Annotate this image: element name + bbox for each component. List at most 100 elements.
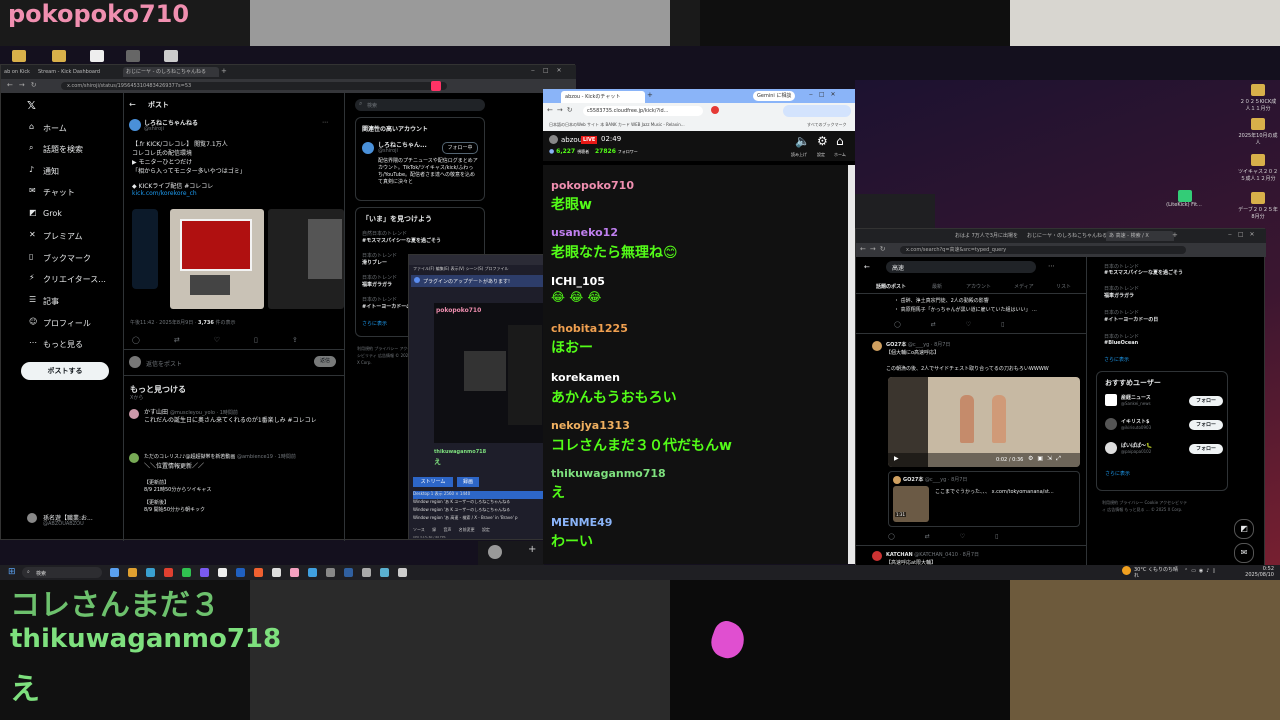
following-button[interactable]: フォロー中 (442, 142, 478, 154)
post-video[interactable]: ▶ 0:02 / 0:36 ⚙▣⇲⤢ (888, 377, 1080, 467)
folder-icon[interactable] (12, 50, 26, 62)
app-icon[interactable] (1178, 190, 1192, 202)
follow-button[interactable]: フォロー (1189, 420, 1223, 430)
app-icon[interactable] (308, 568, 317, 577)
nav-arrows-icon[interactable]: ←→↻ (860, 245, 890, 253)
trend-tag[interactable]: #モスマスパイシーな夏を過ごそう (1104, 269, 1183, 276)
post-actions-icon[interactable]: ◯⇄♡▯ (888, 533, 1028, 540)
app-icon[interactable] (398, 568, 407, 577)
app-icon[interactable] (126, 50, 140, 62)
app-icon[interactable] (236, 568, 245, 577)
avatar[interactable] (872, 341, 882, 351)
post-actions-icon[interactable]: ◯⇄♡▯⇪ (132, 336, 332, 344)
window-controls-icon[interactable]: ‒□✕ (809, 91, 842, 98)
nav-item-home[interactable]: ホーム (43, 123, 67, 134)
url-field[interactable]: x.com/shiroji/status/1956453104834269377… (61, 82, 447, 90)
weather-text[interactable]: 30°C くもりのち晴れ (1134, 567, 1178, 579)
search-input[interactable]: 高速 (886, 261, 1036, 273)
folder-icon[interactable] (52, 50, 66, 62)
chat-icon[interactable]: ✉ (1234, 543, 1254, 563)
obs-menu[interactable]: ファイル(F) 編集(E) 表示(V) シーン(S) プロファイル (413, 266, 508, 272)
source-item[interactable]: Window region 'あ K ユーザーのしろねこちゃんねる (413, 507, 543, 515)
nav-item-grok[interactable]: Grok (43, 209, 62, 218)
trend-tag[interactable]: #モスマスパイシーな夏を過ごそう (362, 237, 441, 244)
trend-tag[interactable]: 滑りブレー (362, 259, 387, 266)
folder-icon[interactable] (128, 568, 137, 577)
app-icon[interactable] (110, 568, 119, 577)
app-icon[interactable] (164, 568, 173, 577)
grok-icon[interactable]: ◩ (1234, 519, 1254, 539)
url-field[interactable]: c5583735.cloudfree.jp/kick/?id... (583, 106, 703, 116)
window-controls-icon[interactable]: ‒□✕ (1228, 231, 1261, 238)
app-icon[interactable] (362, 568, 371, 577)
reply-button[interactable]: 返信 (314, 356, 336, 367)
nav-item-articles[interactable]: 記事 (43, 296, 59, 307)
browser-tab[interactable]: abzou - Kickのチャット (561, 91, 645, 103)
browser-tab[interactable]: あ 高速 - 検索 / X (1106, 231, 1174, 241)
app-icon[interactable] (290, 568, 299, 577)
trend-tag[interactable]: 福車ガラガラ (1104, 292, 1134, 299)
stream-button[interactable]: ストリーム (413, 477, 453, 487)
gemini-button[interactable]: Gemini に相談 (753, 91, 796, 101)
source-item[interactable]: Desktop 1 表示 2560 × 1440 (413, 491, 543, 499)
more-options-icon[interactable]: ⋯ (1048, 262, 1055, 270)
taskbar-search[interactable]: ⌕ 検索 (22, 567, 102, 578)
more-options-icon[interactable]: ⋯ (322, 119, 328, 126)
dock-tab[interactable]: 設定 (482, 527, 490, 532)
app-icon[interactable] (164, 50, 178, 62)
show-more-link[interactable]: さらに表示 (1105, 470, 1130, 477)
nav-arrows-icon[interactable]: ←→↻ (7, 81, 43, 89)
new-tab-icon[interactable]: + (1172, 231, 1178, 239)
avatar[interactable] (1105, 442, 1117, 454)
app-icon[interactable] (326, 568, 335, 577)
browser-tab[interactable]: おじにーヤ・のしろねこちゃんねる (1024, 231, 1110, 241)
post-actions-icon[interactable]: ◯⇄♡▯ (894, 321, 1034, 328)
follow-button[interactable]: フォロー (1189, 396, 1223, 406)
post-button[interactable]: ポストする (21, 362, 109, 380)
author-avatar[interactable] (129, 119, 141, 131)
footer-links[interactable]: 利用規約 プライバシー アクセシビリティ 広告情報 © 2025 X Corp. (357, 345, 413, 366)
post-image[interactable] (132, 209, 158, 289)
nav-item-chat[interactable]: チャット (43, 187, 75, 198)
trend-tag[interactable]: #イトーヨーカドーの日 (1104, 316, 1158, 323)
update-pill[interactable] (783, 105, 851, 117)
dock-tab[interactable]: ソース (413, 527, 425, 532)
rec-user-name[interactable]: ぱいぱぱ〜🐛 (1121, 442, 1152, 449)
new-tab-icon[interactable]: + (221, 67, 227, 75)
app-icon[interactable] (254, 568, 263, 577)
avatar[interactable] (1105, 418, 1117, 430)
brave-shield-icon[interactable] (431, 81, 441, 91)
folder-icon[interactable] (1251, 192, 1265, 204)
nav-item-more[interactable]: もっと見る (43, 339, 83, 350)
nav-item-creator[interactable]: クリエイタース... (43, 274, 106, 285)
windows-start-icon[interactable]: ⊞ (8, 567, 16, 577)
tab-lists[interactable]: リスト (1056, 283, 1071, 290)
record-button[interactable]: 録画 (457, 477, 479, 487)
app-icon[interactable] (380, 568, 389, 577)
footer-links[interactable]: 利用規約 プライバシー Cookie アクセシビリティ 広告情報 もっと見る .… (1102, 499, 1188, 513)
file-icon[interactable] (90, 50, 104, 62)
avatar[interactable] (872, 551, 882, 561)
quote-card[interactable]: GO27本 @c___yg · 8月7日 1:31 ここまでぐうかった、、、 x… (888, 471, 1080, 527)
trend-tag[interactable]: 福車ガラガラ (362, 281, 392, 288)
folder-icon[interactable] (1251, 84, 1265, 96)
app-icon[interactable] (218, 568, 227, 577)
nav-item-explore[interactable]: 話題を検索 (43, 144, 83, 155)
source-item[interactable]: Window region 'あ K ユーザーのしろねこちゃんねる (413, 499, 543, 507)
browser-tab[interactable]: Stream - Kick Dashboard (35, 67, 127, 77)
tray-icons[interactable]: ⌃▭◉♪▯ (1184, 568, 1218, 574)
follow-button[interactable]: フォロー (1189, 444, 1223, 454)
browser-tab[interactable]: おじにーヤ - のしろねこちゃんねる (123, 67, 219, 77)
back-arrow-icon[interactable]: ← (864, 263, 870, 271)
avatar[interactable] (129, 453, 139, 463)
window-controls-icon[interactable]: ‒□✕ (531, 67, 570, 74)
nav-item-bookmarks[interactable]: ブックマーク (43, 253, 91, 264)
nav-item-premium[interactable]: プレミアム (43, 231, 82, 242)
dock-tab[interactable]: 録 (432, 527, 436, 532)
show-more-link[interactable]: さらに表示 (362, 320, 387, 327)
url-field[interactable]: x.com/search?q=高速&src=typed_query (900, 246, 1186, 254)
nav-item-notifications[interactable]: 通知 (43, 166, 59, 177)
extension-icon[interactable] (711, 106, 719, 114)
clock-date[interactable]: 2025/08/10 (1236, 572, 1274, 578)
rec-user-name[interactable]: イキリスト$ (1121, 418, 1149, 425)
